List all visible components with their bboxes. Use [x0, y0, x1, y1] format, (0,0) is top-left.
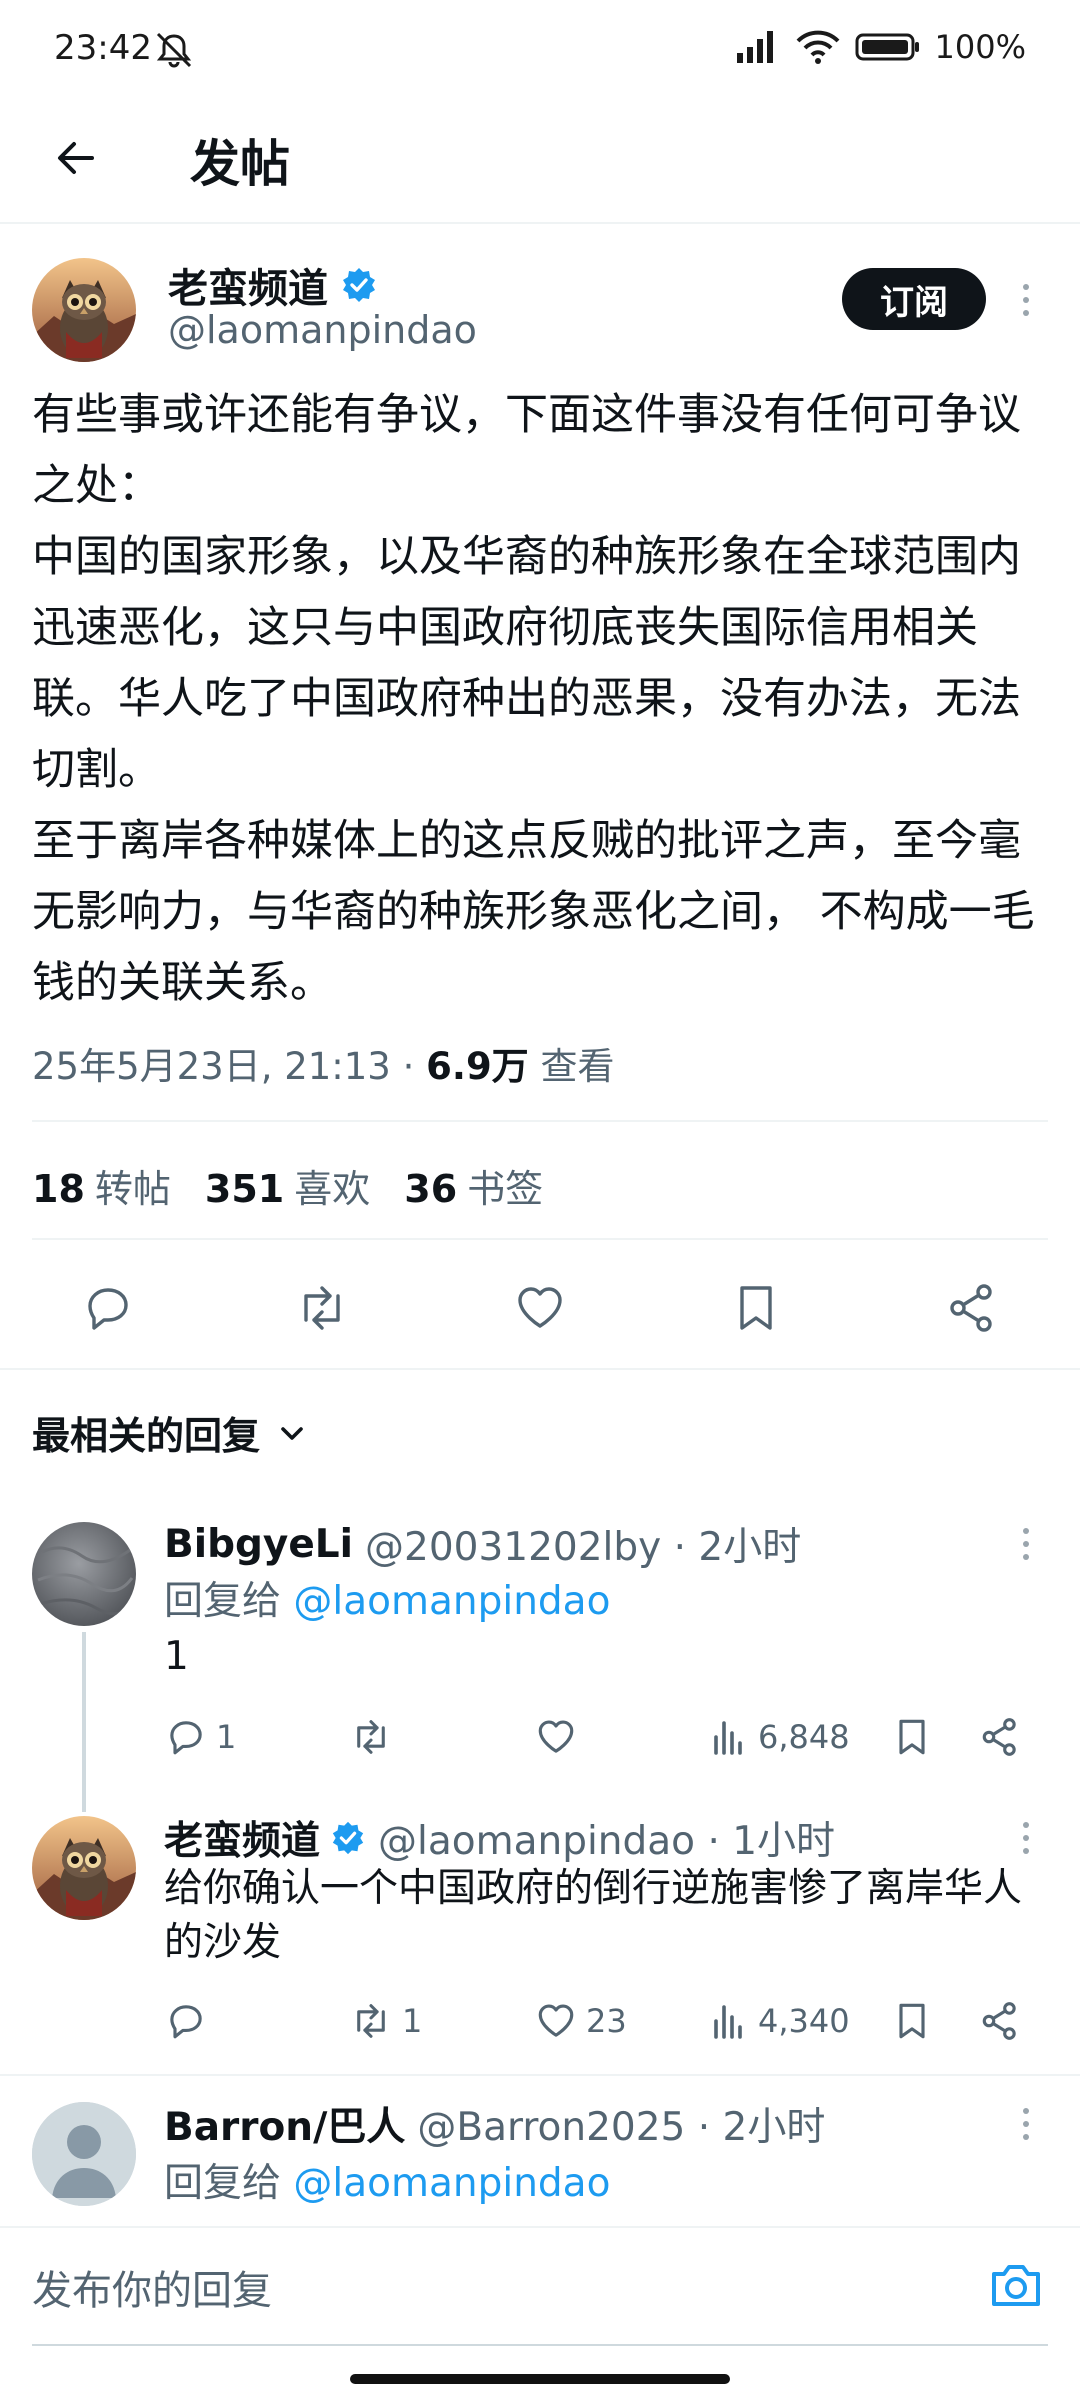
- composer-underline: [32, 2344, 1048, 2346]
- verified-badge-icon: [343, 268, 375, 302]
- page-title: 发帖: [190, 135, 290, 193]
- owl-avatar-image: [32, 258, 136, 362]
- views-icon: [714, 2005, 742, 2039]
- bookmark-icon: [899, 2003, 925, 2039]
- author-name[interactable]: 老蛮频道: [168, 256, 378, 314]
- like-button[interactable]: [508, 1276, 572, 1340]
- back-arrow-icon: [58, 142, 94, 174]
- reply-icon: [170, 2005, 202, 2039]
- camera-icon[interactable]: [986, 2256, 1046, 2316]
- reply-avatar[interactable]: [32, 1816, 136, 1920]
- share-button[interactable]: [978, 1996, 1022, 2046]
- reply-to-line: 回复给 @laomanpindao: [164, 2161, 611, 2206]
- author-handle[interactable]: @laomanpindao: [168, 308, 477, 352]
- reply-avatar[interactable]: [32, 2102, 136, 2206]
- post-meta: 25年5月23日, 21:13 · 6.9万 查看: [32, 1036, 614, 1090]
- like-button[interactable]: [534, 1712, 578, 1762]
- more-icon[interactable]: [1016, 280, 1036, 320]
- share-button[interactable]: [978, 1712, 1022, 1762]
- divider: [0, 1368, 1080, 1370]
- repost-icon: [304, 1286, 340, 1330]
- share-icon: [982, 2002, 1016, 2040]
- back-button[interactable]: [44, 126, 108, 190]
- mute-bell-icon: [156, 32, 192, 68]
- bookmark-icon: [899, 1719, 925, 1755]
- like-icon: [538, 2004, 574, 2037]
- reply-author-handle: @20031202lby · 2小时: [365, 1525, 802, 1570]
- reply-author-name[interactable]: Barron/巴人: [164, 2096, 405, 2152]
- owl-avatar-image: [32, 1816, 136, 1920]
- like-button[interactable]: 23: [534, 1996, 627, 2046]
- status-bar: 23:42 100%: [0, 0, 1080, 100]
- battery-icon: [855, 33, 919, 61]
- reply-icon: [88, 1288, 128, 1330]
- reply-icon: [170, 1721, 202, 1755]
- like-icon: [518, 1287, 562, 1328]
- reply-author-handle: @laomanpindao · 1小时: [378, 1819, 836, 1864]
- repost-button[interactable]: [348, 1712, 394, 1762]
- share-icon: [950, 1284, 992, 1332]
- divider: [32, 1238, 1048, 1240]
- repost-button[interactable]: [290, 1276, 354, 1340]
- home-indicator[interactable]: [350, 2374, 730, 2384]
- like-icon: [538, 1720, 574, 1753]
- author-avatar[interactable]: [32, 258, 136, 362]
- reply-input[interactable]: 发布你的回复: [32, 2258, 272, 2316]
- battery-text: 100%: [934, 28, 1026, 66]
- reply-button[interactable]: [76, 1276, 140, 1340]
- reply-to-line: 回复给 @laomanpindao: [164, 1579, 611, 1624]
- reply-to-link[interactable]: @laomanpindao: [293, 1579, 610, 1624]
- views-icon: [714, 1721, 742, 1755]
- bookmark-icon: [740, 1286, 772, 1330]
- bookmark-button[interactable]: [890, 1712, 934, 1762]
- verified-badge-icon: [332, 1821, 364, 1855]
- repost-icon: [357, 1720, 385, 1754]
- reply-header: BibgyeLi @20031202lby · 2小时: [164, 1516, 801, 1572]
- bookmark-button[interactable]: [890, 1996, 934, 2046]
- reply-to-link[interactable]: @laomanpindao: [293, 2161, 610, 2206]
- reply-button[interactable]: [164, 1996, 208, 2046]
- divider: [32, 1120, 1048, 1122]
- reply-text: 1: [164, 1634, 189, 1679]
- default-avatar-icon: [32, 2102, 136, 2206]
- reply-avatar[interactable]: [32, 1522, 136, 1626]
- repost-button[interactable]: 1: [348, 1996, 422, 2046]
- views-button[interactable]: 4,340: [710, 1996, 850, 2046]
- share-icon: [982, 1718, 1016, 1756]
- subscribe-button[interactable]: 订阅: [842, 268, 986, 330]
- wifi-icon: [796, 30, 839, 64]
- chevron-down-icon: [281, 1426, 303, 1440]
- post-stats: 18 转帖 351 喜欢 36 书签: [32, 1158, 543, 1213]
- more-icon[interactable]: [1016, 1524, 1036, 1564]
- post-views: 6.9万: [426, 1045, 529, 1088]
- post-views-label: 查看: [528, 1045, 615, 1088]
- bookmarks-stat[interactable]: 36 书签: [404, 1158, 543, 1213]
- reply-author-name[interactable]: 老蛮频道: [164, 1810, 366, 1866]
- top-bar: 发帖: [0, 100, 1080, 224]
- views-button[interactable]: 6,848: [710, 1712, 850, 1762]
- share-button[interactable]: [940, 1276, 1004, 1340]
- more-icon[interactable]: [1016, 1818, 1036, 1858]
- reply-header: Barron/巴人 @Barron2025 · 2小时: [164, 2096, 825, 2152]
- divider: [0, 2074, 1080, 2076]
- post-text: 有些事或许还能有争议，下面这件事没有任何可争议之处： 中国的国家形象，以及华裔的…: [32, 390, 1035, 1008]
- status-time: 23:42: [54, 28, 152, 68]
- reposts-stat[interactable]: 18 转帖: [32, 1158, 171, 1213]
- repost-icon: [357, 2004, 385, 2038]
- signal-icon: [736, 31, 773, 63]
- thread-line: [82, 1632, 86, 1812]
- bookmark-button[interactable]: [724, 1276, 788, 1340]
- reply-author-handle: @Barron2025 · 2小时: [417, 2105, 826, 2150]
- likes-stat[interactable]: 351 喜欢: [205, 1158, 370, 1213]
- more-icon[interactable]: [1016, 2104, 1036, 2144]
- reply-sort-dropdown[interactable]: 最相关的回复: [32, 1405, 308, 1460]
- reply-text: 给你确认一个中国政府的倒行逆施害惨了离岸华人的沙发: [164, 1866, 1023, 1965]
- post-date: 25年5月23日, 21:13 ·: [32, 1045, 427, 1088]
- post-action-bar: [0, 1268, 1080, 1348]
- reply-author-name[interactable]: BibgyeLi: [164, 1522, 353, 1567]
- reply-header: 老蛮频道 @laomanpindao · 1小时: [164, 1810, 835, 1866]
- reply-composer: 发布你的回复: [0, 2226, 1080, 2346]
- reply-button[interactable]: 1: [164, 1712, 236, 1762]
